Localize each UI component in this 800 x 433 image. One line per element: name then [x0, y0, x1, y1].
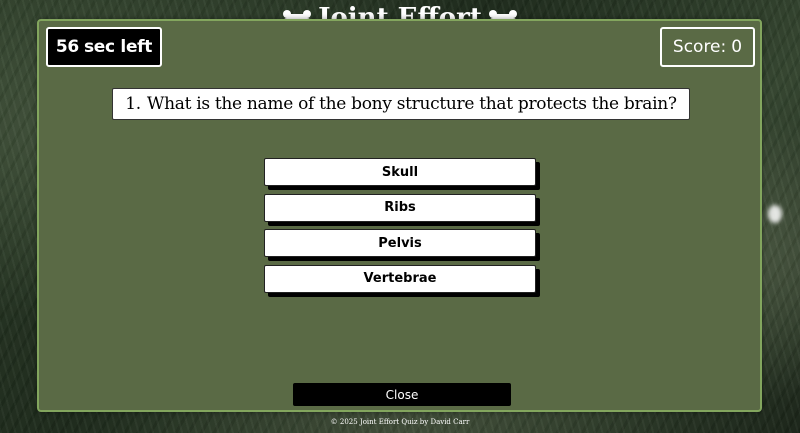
- score-display: Score: 0: [660, 27, 755, 67]
- timer-value: 56: [55, 37, 79, 57]
- answer-button-vertebrae[interactable]: Vertebrae: [264, 264, 536, 293]
- score-label: Score:: [672, 37, 727, 57]
- quiz-modal: 56 sec left Score: 0 1. What is the name…: [37, 19, 762, 412]
- answer-button-pelvis[interactable]: Pelvis: [264, 229, 536, 257]
- score-value: 0: [731, 37, 743, 57]
- background-light-spot: [768, 205, 782, 223]
- question-text: What is the name of the bony structure t…: [146, 94, 677, 114]
- answer-button-skull[interactable]: Skull: [264, 158, 536, 186]
- timer-suffix: sec left: [83, 37, 153, 57]
- timer-display: 56 sec left: [46, 27, 162, 67]
- question-number: 1.: [125, 94, 141, 114]
- close-button[interactable]: Close: [293, 383, 511, 406]
- question-box: 1. What is the name of the bony structur…: [112, 88, 690, 120]
- answer-list: Skull Ribs Pelvis Vertebrae: [264, 158, 540, 300]
- footer-copyright: © 2025 Joint Effort Quiz by David Carr: [330, 418, 470, 426]
- answer-button-ribs[interactable]: Ribs: [264, 193, 536, 222]
